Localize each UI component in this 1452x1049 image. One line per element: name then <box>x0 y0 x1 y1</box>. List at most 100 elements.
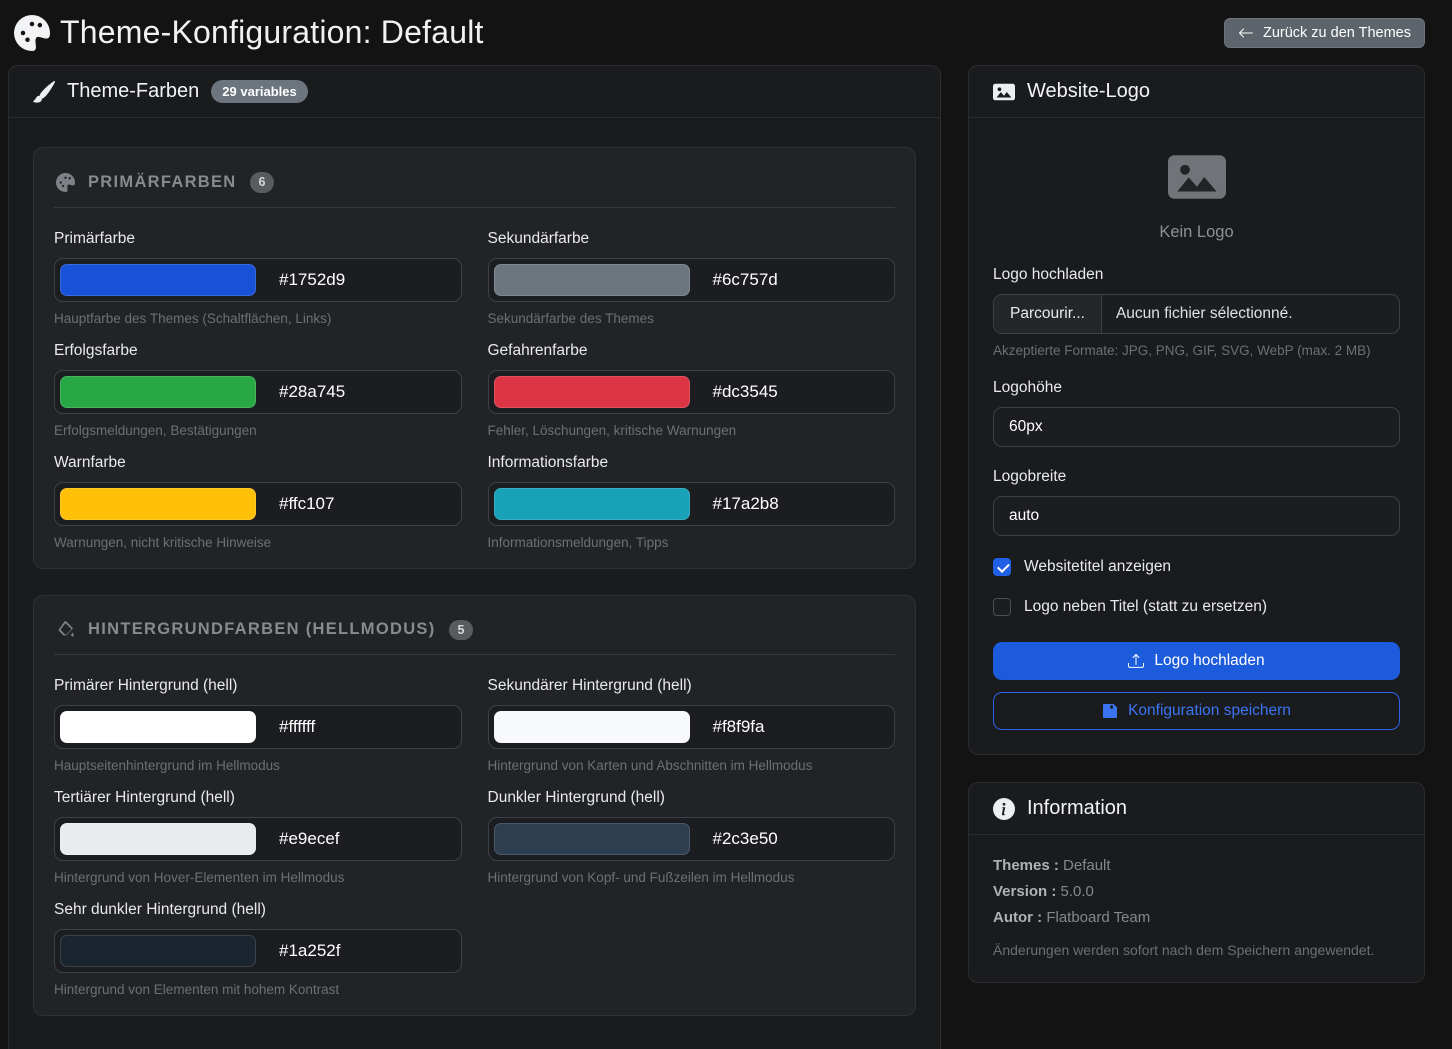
color-swatch[interactable] <box>60 935 256 967</box>
browse-button[interactable]: Parcourir... <box>994 295 1102 333</box>
color-swatch[interactable] <box>60 823 256 855</box>
color-field-help: Erfolgsmeldungen, Bestätigungen <box>54 423 462 438</box>
show-title-checkbox[interactable] <box>993 558 1011 576</box>
color-field-help: Hauptfarbe des Themes (Schaltflächen, Li… <box>54 311 462 326</box>
color-input-group: #f8f9fa <box>488 705 896 749</box>
image-icon <box>993 81 1015 103</box>
section-title: HINTERGRUNDFARBEN (HELLMODUS) <box>88 620 436 639</box>
color-field-label: Warnfarbe <box>54 454 462 472</box>
information-card: Information Themes : Default Version : 5… <box>968 782 1425 983</box>
color-swatch[interactable] <box>60 488 256 520</box>
color-swatch[interactable] <box>494 264 690 296</box>
logo-beside-title-label: Logo neben Titel (statt zu ersetzen) <box>1024 598 1267 616</box>
page-title: Theme-Konfiguration: Default <box>60 14 484 51</box>
color-hex-input[interactable]: #ffc107 <box>261 483 461 525</box>
logo-width-input[interactable]: auto <box>993 496 1400 536</box>
section-title: PRIMÄRFARBEN <box>88 173 237 192</box>
color-input-group: #dc3545 <box>488 370 896 414</box>
color-field-label: Gefahrenfarbe <box>488 342 896 360</box>
no-logo-text: Kein Logo <box>993 223 1400 242</box>
logo-preview: Kein Logo <box>993 148 1400 242</box>
info-value: Default <box>1063 857 1111 874</box>
color-field: Warnfarbe #ffc107 Warnungen, nicht kriti… <box>54 454 462 550</box>
color-input-group: #1a252f <box>54 929 462 973</box>
color-swatch[interactable] <box>60 711 256 743</box>
formats-help: Akzeptierte Formate: JPG, PNG, GIF, SVG,… <box>993 343 1400 358</box>
color-field-label: Sehr dunkler Hintergrund (hell) <box>54 901 462 919</box>
color-input-group: #17a2b8 <box>488 482 896 526</box>
info-label: Version : <box>993 883 1056 900</box>
theme-colors-card: Theme-Farben 29 variables PRIMÄRFARBEN 6… <box>8 65 941 1049</box>
info-row-author: Autor : Flatboard Team <box>993 909 1400 926</box>
color-field-label: Primärfarbe <box>54 230 462 248</box>
color-swatch[interactable] <box>60 376 256 408</box>
back-to-themes-button[interactable]: Zurück zu den Themes <box>1224 18 1425 48</box>
color-field: Informationsfarbe #17a2b8 Informationsme… <box>488 454 896 550</box>
color-hex-input[interactable]: #f8f9fa <box>695 706 895 748</box>
color-field-label: Sekundärer Hintergrund (hell) <box>488 677 896 695</box>
logo-beside-title-checkbox[interactable] <box>993 598 1011 616</box>
color-swatch[interactable] <box>60 264 256 296</box>
color-hex-input[interactable]: #28a745 <box>261 371 461 413</box>
brush-icon <box>33 81 55 103</box>
info-row-theme: Themes : Default <box>993 857 1400 874</box>
color-field-help: Sekundärfarbe des Themes <box>488 311 896 326</box>
info-value: 5.0.0 <box>1061 883 1094 900</box>
logo-file-input[interactable]: Parcourir... Aucun fichier sélectionné. <box>993 294 1400 334</box>
color-field-help: Hauptseitenhintergrund im Hellmodus <box>54 758 462 773</box>
color-field-help: Hintergrund von Kopf- und Fußzeilen im H… <box>488 870 896 885</box>
color-field: Sekundärfarbe #6c757d Sekundärfarbe des … <box>488 230 896 326</box>
file-selected-text: Aucun fichier sélectionné. <box>1102 295 1307 333</box>
info-note: Änderungen werden sofort nach dem Speich… <box>993 942 1400 958</box>
info-row-version: Version : 5.0.0 <box>993 883 1400 900</box>
info-value: Flatboard Team <box>1046 909 1150 926</box>
color-field: Tertiärer Hintergrund (hell) #e9ecef Hin… <box>54 789 462 885</box>
color-input-group: #ffc107 <box>54 482 462 526</box>
logo-height-input[interactable]: 60px <box>993 407 1400 447</box>
primary-colors-section: PRIMÄRFARBEN 6 Primärfarbe #1752d9 Haupt… <box>33 147 916 569</box>
section-count-badge: 5 <box>449 620 474 641</box>
color-input-group: #e9ecef <box>54 817 462 861</box>
color-swatch[interactable] <box>494 488 690 520</box>
website-logo-card: Website-Logo Kein Logo Logo hochladen Pa… <box>968 65 1425 755</box>
save-icon <box>1102 703 1118 719</box>
theme-colors-title: Theme-Farben <box>67 80 199 103</box>
color-swatch[interactable] <box>494 376 690 408</box>
section-count-badge: 6 <box>250 172 275 193</box>
page-header: Theme-Konfiguration: Default Zurück zu d… <box>0 0 1452 65</box>
color-input-group: #1752d9 <box>54 258 462 302</box>
upload-label: Logo hochladen <box>993 266 1400 284</box>
color-field-label: Primärer Hintergrund (hell) <box>54 677 462 695</box>
color-field-help: Hintergrund von Elementen mit hohem Kont… <box>54 982 462 997</box>
color-hex-input[interactable]: #6c757d <box>695 259 895 301</box>
variables-count-badge: 29 variables <box>211 80 307 103</box>
info-label: Themes : <box>993 857 1059 874</box>
color-field: Primärer Hintergrund (hell) #ffffff Haup… <box>54 677 462 773</box>
color-swatch[interactable] <box>494 823 690 855</box>
color-input-group: #6c757d <box>488 258 896 302</box>
background-colors-section: HINTERGRUNDFARBEN (HELLMODUS) 5 Primärer… <box>33 595 916 1017</box>
paint-bucket-icon <box>56 620 75 639</box>
color-hex-input[interactable]: #e9ecef <box>261 818 461 860</box>
color-field-help: Informationsmeldungen, Tipps <box>488 535 896 550</box>
color-hex-input[interactable]: #17a2b8 <box>695 483 895 525</box>
website-logo-title: Website-Logo <box>1027 80 1150 103</box>
color-field-label: Erfolgsfarbe <box>54 342 462 360</box>
show-title-row: Websitetitel anzeigen <box>993 558 1400 576</box>
color-hex-input[interactable]: #1752d9 <box>261 259 461 301</box>
color-hex-input[interactable]: #2c3e50 <box>695 818 895 860</box>
color-field-label: Tertiärer Hintergrund (hell) <box>54 789 462 807</box>
upload-logo-button[interactable]: Logo hochladen <box>993 642 1400 680</box>
color-input-group: #2c3e50 <box>488 817 896 861</box>
color-hex-input[interactable]: #1a252f <box>261 930 461 972</box>
color-hex-input[interactable]: #ffffff <box>261 706 461 748</box>
color-hex-input[interactable]: #dc3545 <box>695 371 895 413</box>
color-input-group: #ffffff <box>54 705 462 749</box>
color-field: Gefahrenfarbe #dc3545 Fehler, Löschungen… <box>488 342 896 438</box>
palette-icon <box>56 173 75 192</box>
color-field-help: Hintergrund von Hover-Elementen im Hellm… <box>54 870 462 885</box>
save-configuration-button[interactable]: Konfiguration speichern <box>993 692 1400 730</box>
color-swatch[interactable] <box>494 711 690 743</box>
color-input-group: #28a745 <box>54 370 462 414</box>
information-title: Information <box>1027 797 1127 820</box>
